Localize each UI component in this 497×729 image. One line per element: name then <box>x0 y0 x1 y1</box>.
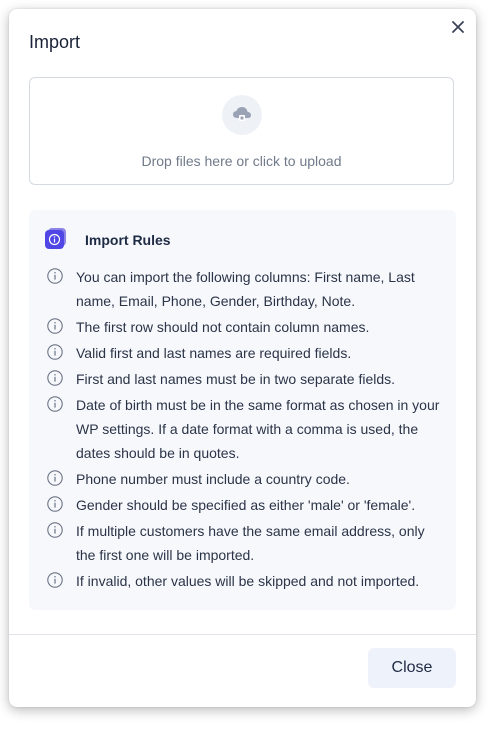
rule-text: First and last names must be in two sepa… <box>76 371 396 387</box>
info-circle-icon <box>47 318 63 334</box>
rule-item: Date of birth must be in the same format… <box>46 393 444 465</box>
rule-item: The first row should not contain column … <box>46 315 444 339</box>
rule-item: If invalid, other values will be skipped… <box>46 569 444 593</box>
rule-item: If multiple customers have the same emai… <box>46 519 444 567</box>
rule-text: Date of birth must be in the same format… <box>76 397 440 461</box>
dialog-title: Import <box>29 32 81 52</box>
close-icon[interactable] <box>449 17 467 37</box>
rule-text: Valid first and last names are required … <box>76 345 352 361</box>
rule-item: Gender should be specified as either 'ma… <box>46 493 444 517</box>
info-badge-icon <box>45 228 66 249</box>
info-circle-icon <box>47 496 63 512</box>
rule-text: Phone number must include a country code… <box>76 471 350 487</box>
info-circle-icon <box>47 522 63 538</box>
upload-instruction: Drop files here or click to upload <box>141 153 342 169</box>
import-rules-panel: Import Rules You can import the followin… <box>29 210 456 610</box>
rule-text: Gender should be specified as either 'ma… <box>76 497 416 513</box>
rule-item: You can import the following columns: Fi… <box>46 265 444 313</box>
info-circle-icon <box>47 396 63 412</box>
upload-icon-circle <box>222 95 262 135</box>
rule-item: Valid first and last names are required … <box>46 341 444 365</box>
rule-text: The first row should not contain column … <box>76 319 370 335</box>
import-dialog: Import Drop files here or click to uploa… <box>9 9 476 707</box>
cloud-upload-icon <box>233 107 251 121</box>
rule-text: If multiple customers have the same emai… <box>76 523 425 563</box>
info-circle-icon <box>47 268 63 284</box>
info-circle-icon <box>47 572 63 588</box>
rules-title: Import Rules <box>85 232 171 248</box>
upload-dropzone[interactable]: Drop files here or click to upload <box>29 77 454 185</box>
rule-item: Phone number must include a country code… <box>46 467 444 491</box>
rule-text: If invalid, other values will be skipped… <box>76 573 420 589</box>
info-circle-icon <box>47 344 63 360</box>
info-circle-icon <box>47 470 63 486</box>
rules-list: You can import the following columns: Fi… <box>46 265 444 595</box>
rule-text: You can import the following columns: Fi… <box>76 269 415 309</box>
info-circle-icon <box>47 370 63 386</box>
footer-divider <box>9 634 476 635</box>
close-button[interactable]: Close <box>368 648 456 688</box>
rule-item: First and last names must be in two sepa… <box>46 367 444 391</box>
